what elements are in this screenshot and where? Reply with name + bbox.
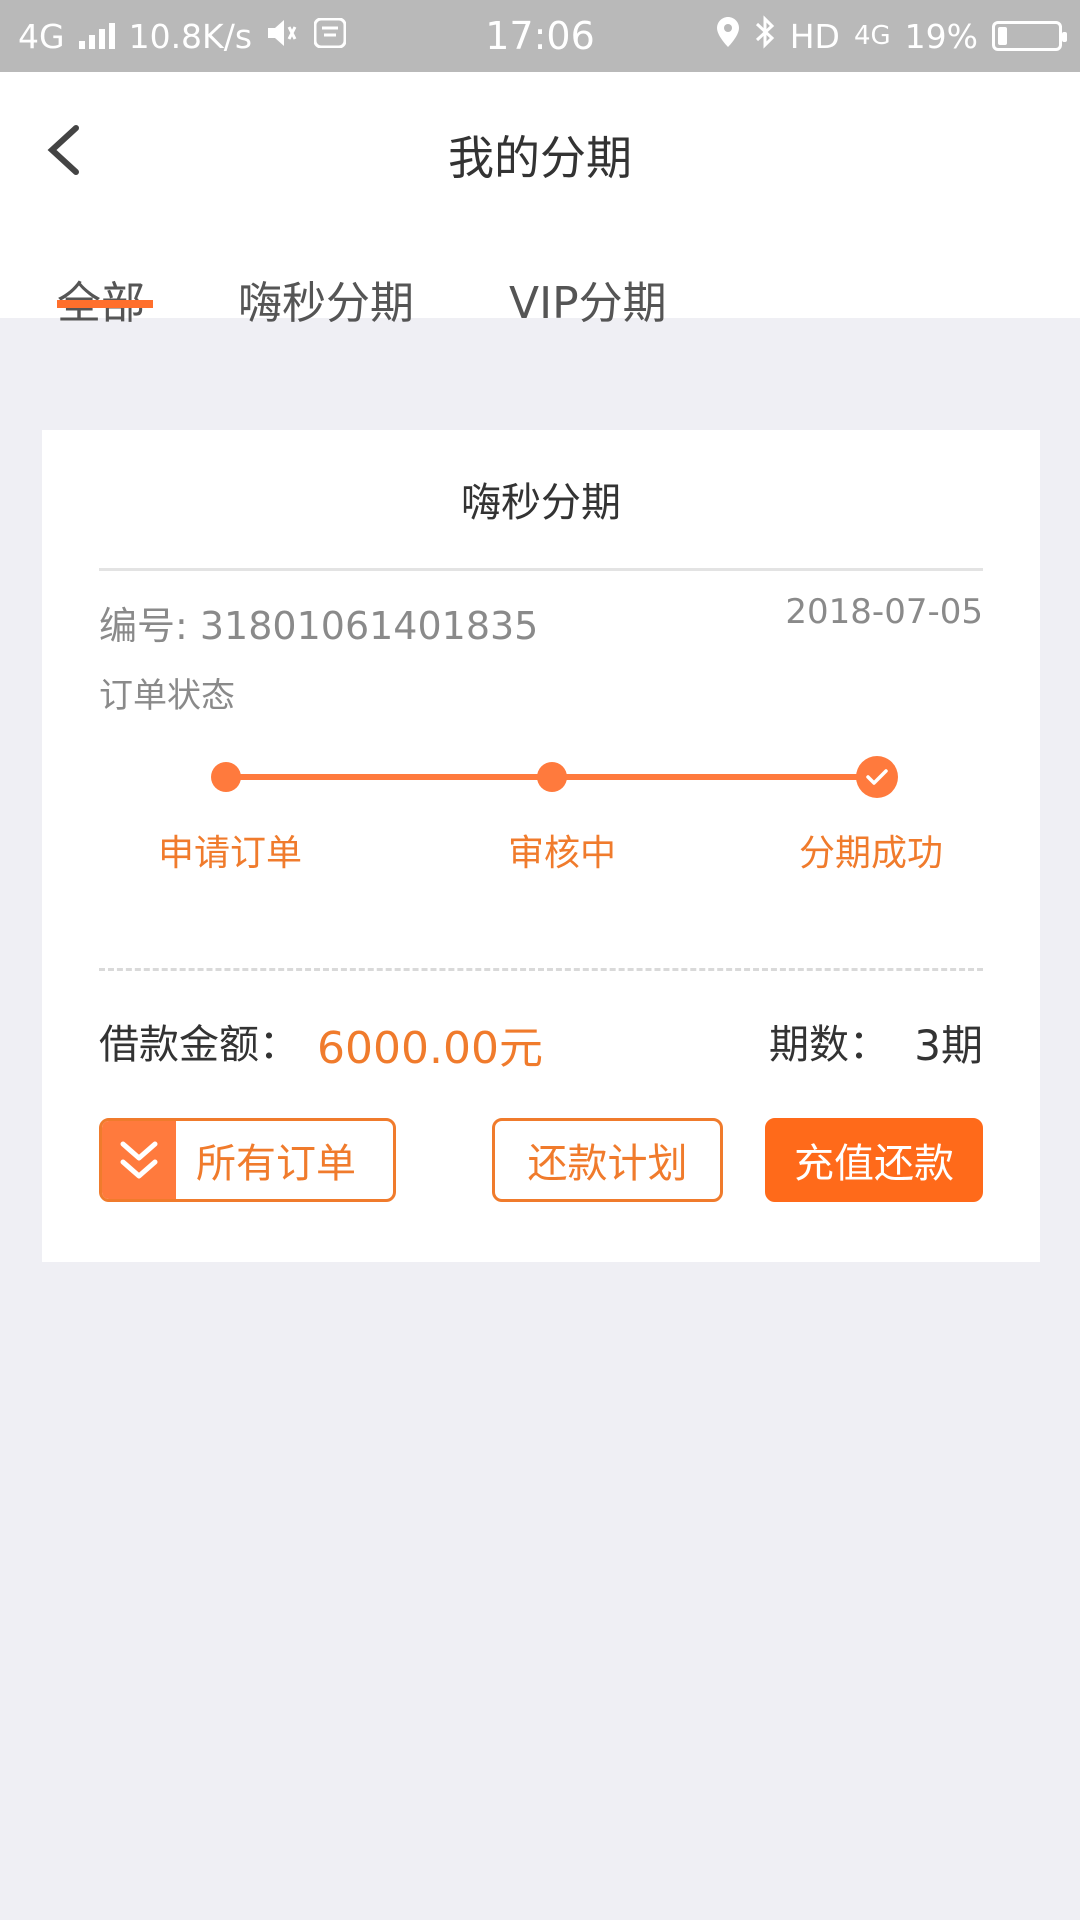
step-label-success: 分期成功 [798, 833, 944, 874]
order-status-label: 订单状态 [99, 676, 235, 716]
battery-percent: 19% [904, 16, 978, 56]
all-orders-label: 所有订单 [196, 1141, 356, 1187]
periods-value: 3期 [914, 1021, 983, 1070]
network-type-right: 4G [853, 21, 891, 51]
order-card: 嗨秒分期 编号: 31801061401835 2018-07-05 订单状态 … [42, 430, 1040, 1262]
repay-plan-button[interactable]: 还款计划 [492, 1118, 723, 1202]
app-notify-icon [313, 17, 347, 56]
step-dot-review [537, 762, 567, 792]
network-type-left: 4G [18, 16, 65, 56]
tab-active-indicator [57, 300, 153, 308]
bluetooth-icon [754, 15, 776, 57]
tab-vip[interactable]: VIP分期 [509, 267, 667, 331]
step-dot-apply [211, 762, 241, 792]
check-icon [866, 769, 888, 785]
loan-amount-label: 借款金额： [99, 1022, 299, 1068]
loan-amount-value: 6000.00元 [317, 1023, 543, 1074]
network-speed: 10.8K/s [128, 16, 253, 56]
chevron-left-icon [47, 125, 79, 175]
step-label-apply: 申请订单 [157, 833, 303, 874]
mute-icon [266, 17, 300, 56]
tab-all[interactable]: 全部 [57, 267, 145, 331]
double-chevron-down-icon [102, 1121, 176, 1199]
order-date: 2018-07-05 [785, 592, 983, 632]
order-number: 编号: 31801061401835 [99, 604, 539, 648]
step-check-success [856, 756, 898, 798]
dashed-divider [99, 968, 983, 971]
card-divider [99, 568, 983, 571]
signal-icon [78, 23, 115, 49]
all-orders-button[interactable]: 所有订单 [99, 1118, 396, 1202]
tab-bar: 全部 嗨秒分期 VIP分期 [0, 267, 1080, 329]
recharge-repay-button[interactable]: 充值还款 [765, 1118, 983, 1202]
location-icon [716, 16, 740, 56]
card-title: 嗨秒分期 [461, 480, 621, 526]
header: 我的分期 全部 嗨秒分期 VIP分期 [0, 72, 1080, 329]
battery-icon [992, 21, 1067, 51]
step-label-review: 审核中 [507, 833, 617, 874]
tab-haimiao[interactable]: 嗨秒分期 [238, 267, 414, 331]
page-title: 我的分期 [448, 131, 632, 185]
hd-indicator: HD [789, 16, 840, 56]
back-button[interactable] [40, 120, 100, 180]
status-bar: 4G 10.8K/s 17:06 HD 4G 19% [0, 0, 1080, 72]
periods-label: 期数： [769, 1022, 889, 1068]
